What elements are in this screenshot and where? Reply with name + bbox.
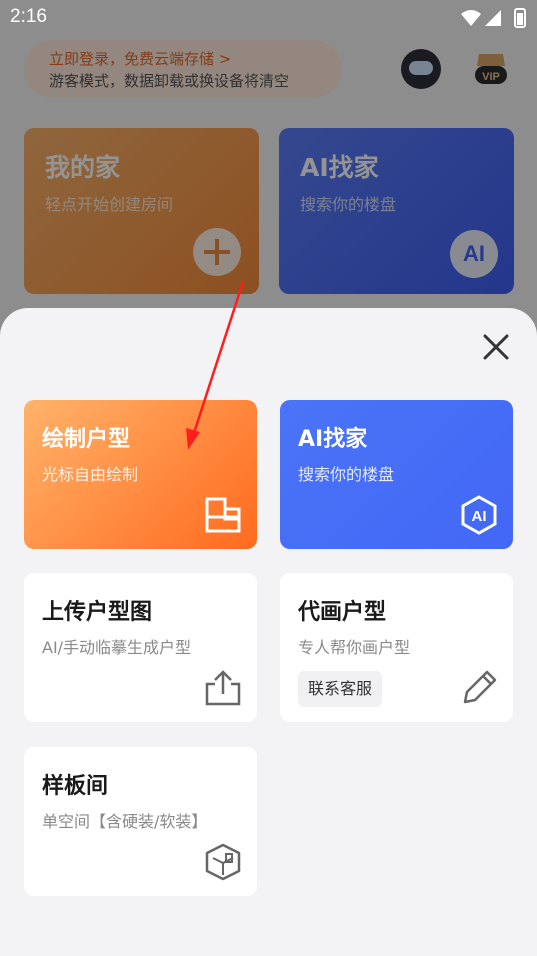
ai-icon-text: AI xyxy=(472,508,487,525)
status-icons xyxy=(461,8,526,28)
floorplan-draw-icon xyxy=(205,497,241,533)
upload-floorplan-tile[interactable]: 上传户型图 AI/手动临摹生成户型 xyxy=(24,573,257,722)
cube-room-icon xyxy=(205,843,241,881)
showroom-subtitle: 单空间【含硬装/软装】 xyxy=(42,812,208,831)
close-icon[interactable] xyxy=(478,329,514,365)
draw-floorplan-title: 绘制户型 xyxy=(42,427,131,452)
draw-floorplan-tile[interactable]: 绘制户型 光标自由绘制 xyxy=(24,400,257,549)
pencil-icon xyxy=(463,670,497,704)
status-time: 2:16 xyxy=(10,6,47,27)
proxy-draw-tile[interactable]: 代画户型 专人帮你画户型 联系客服 xyxy=(280,573,513,722)
proxy-draw-title: 代画户型 xyxy=(298,600,387,625)
upload-floorplan-title: 上传户型图 xyxy=(42,600,153,625)
status-bar: 2:16 xyxy=(0,0,537,36)
contact-service-button[interactable]: 联系客服 xyxy=(298,671,383,707)
upload-floorplan-subtitle: AI/手动临摹生成户型 xyxy=(42,638,192,657)
ai-find-home-subtitle: 搜索你的楼盘 xyxy=(298,465,395,484)
showroom-title: 样板间 xyxy=(42,774,109,799)
signal-icon xyxy=(485,10,501,26)
proxy-draw-subtitle: 专人帮你画户型 xyxy=(298,638,411,657)
draw-floorplan-subtitle: 光标自由绘制 xyxy=(42,465,139,484)
wifi-icon xyxy=(461,10,481,26)
upload-icon xyxy=(205,670,241,706)
ai-hexagon-icon: AI xyxy=(461,495,497,535)
ai-find-home-tile[interactable]: AI找家 搜索你的楼盘 AI xyxy=(280,400,513,549)
ai-find-home-title: AI找家 xyxy=(298,427,368,452)
showroom-tile[interactable]: 样板间 单空间【含硬装/软装】 xyxy=(24,747,257,896)
